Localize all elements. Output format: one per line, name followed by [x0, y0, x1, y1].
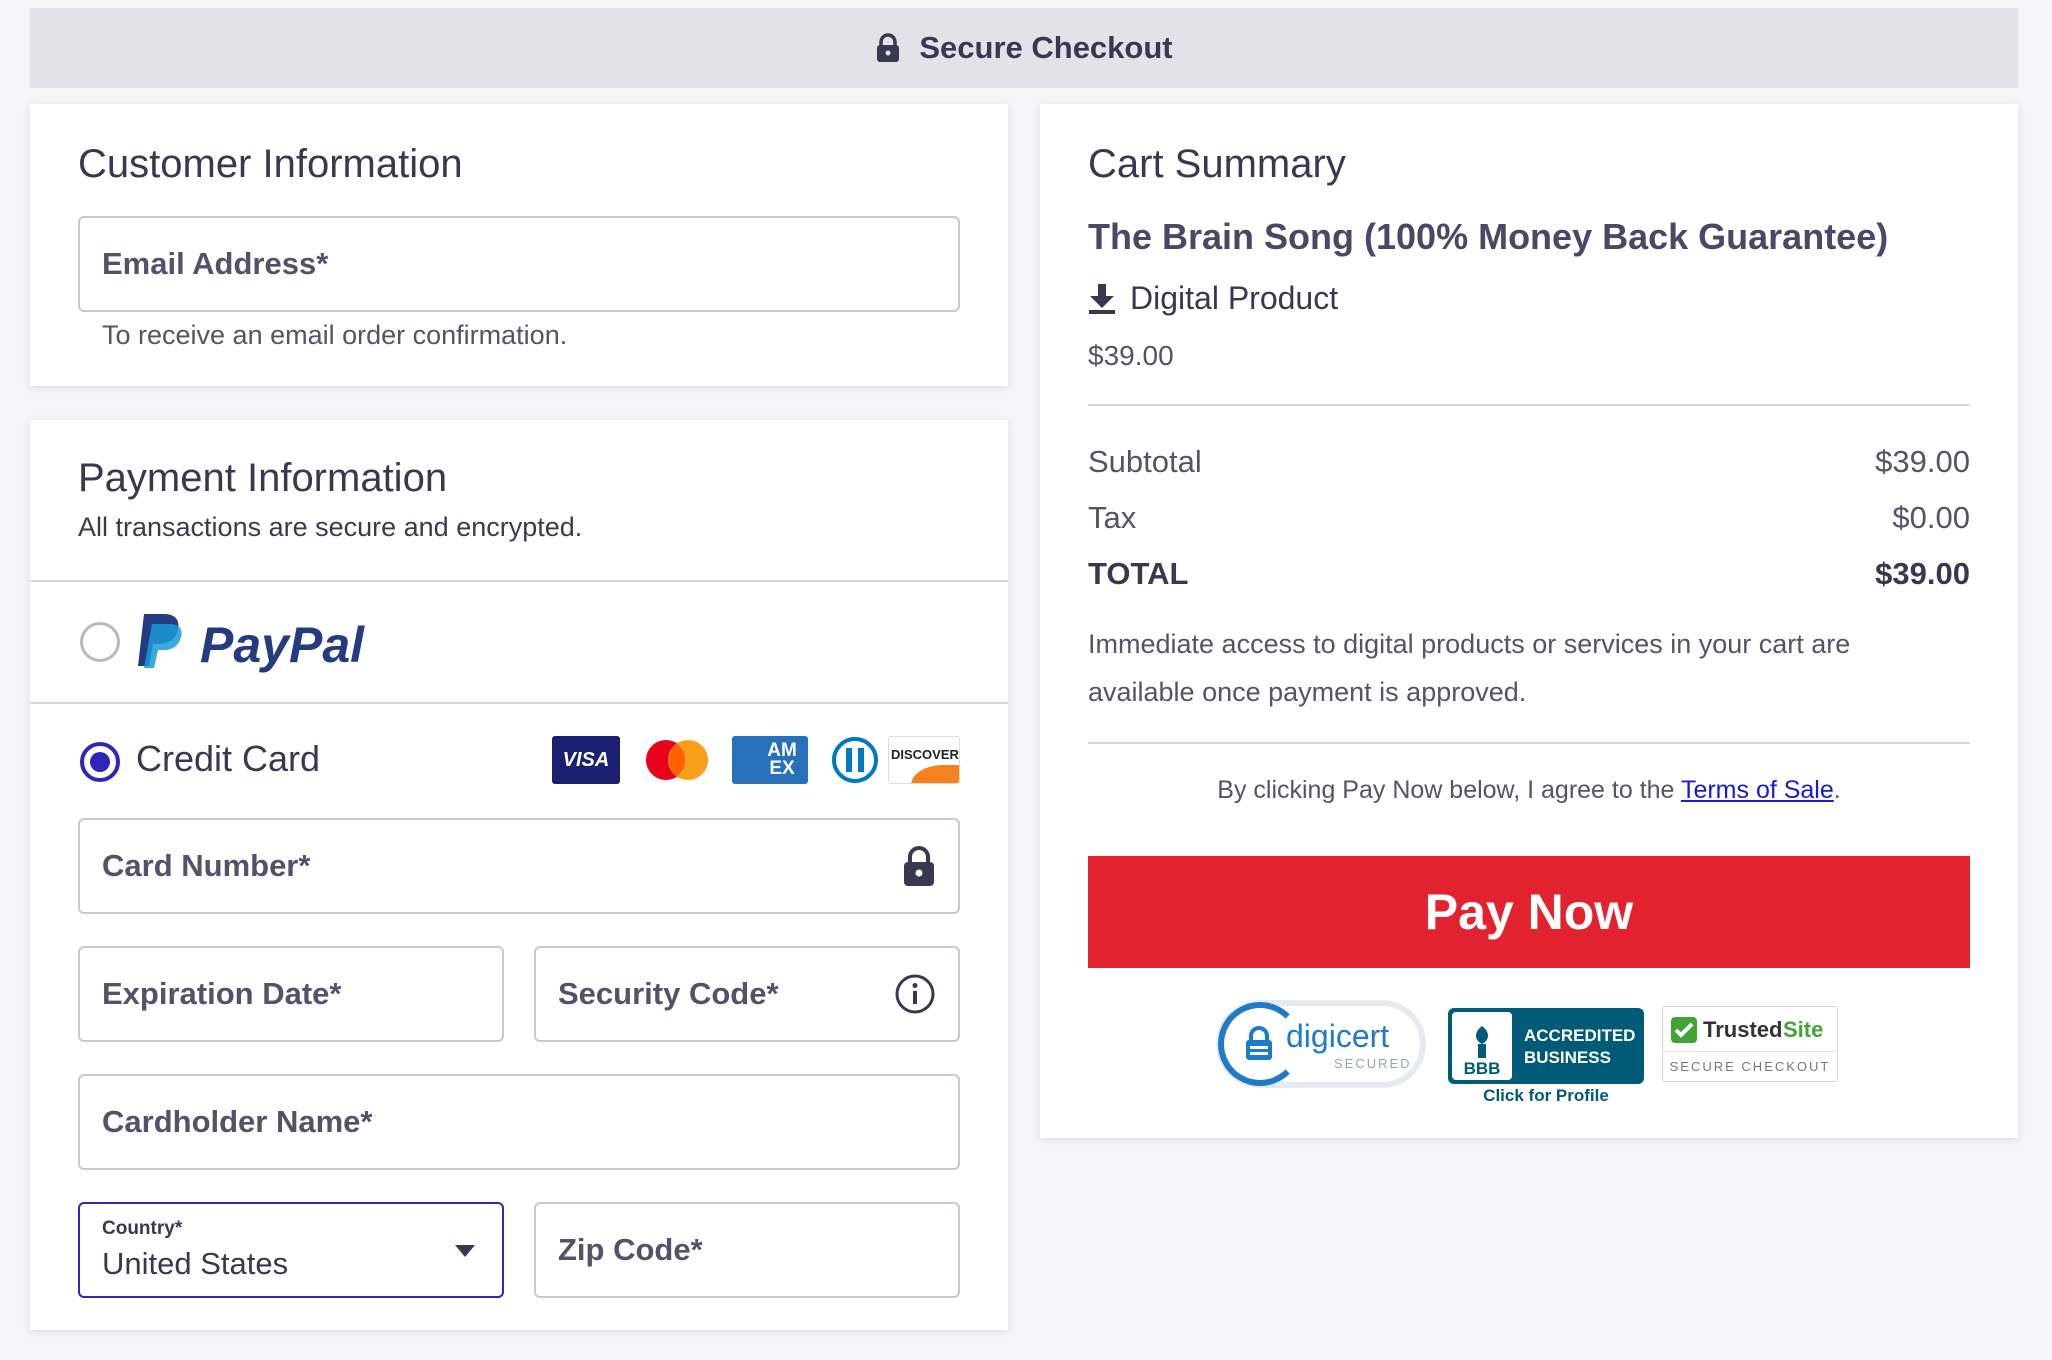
trustedsite-badge[interactable]: Trusted Site SECURE CHECKOUT [1662, 1006, 1838, 1082]
product-type: Digital Product [1088, 280, 1338, 317]
card-number-field[interactable]: Card Number* [78, 818, 960, 914]
visa-text: VISA [562, 748, 610, 771]
card-brand-amex-icon: AM EX [732, 736, 808, 784]
country-value: United States [102, 1246, 289, 1281]
country-label: Country* [102, 1218, 183, 1239]
trustedsite-divider [1663, 1051, 1837, 1052]
header-title: Secure Checkout [919, 30, 1173, 65]
trustedsite-name-b: Site [1783, 1017, 1824, 1042]
paypal-logo-icon [138, 614, 182, 668]
tax-row: Tax $0.00 [1088, 500, 1970, 536]
email-label: Email Address* [102, 246, 329, 281]
security-code-field[interactable]: Security Code* [534, 946, 960, 1042]
security-code-label: Security Code* [558, 976, 779, 1011]
bbb-logo-icon: BBB [1452, 1012, 1512, 1080]
payment-information-title: Payment Information [78, 456, 448, 500]
amex-text: AM EX [767, 740, 797, 779]
credit-card-label[interactable]: Credit Card [136, 738, 320, 780]
card-brand-discover-icon: DISCOVER [888, 736, 960, 784]
info-icon[interactable] [894, 973, 936, 1015]
pay-now-button[interactable]: Pay Now [1088, 856, 1970, 968]
digicert-sub: SECURED [1334, 1056, 1412, 1071]
product-price: $39.00 [1088, 340, 1174, 371]
email-field[interactable]: Email Address* [78, 216, 960, 312]
cart-divider-bottom [1088, 742, 1970, 744]
checkmark-icon [1671, 1017, 1697, 1043]
paypal-wordmark: PayPal [200, 617, 365, 673]
padlock-icon [1246, 1026, 1272, 1060]
lock-icon [877, 33, 900, 62]
bbb-line2: BUSINESS [1524, 1048, 1611, 1067]
cardholder-name-label: Cardholder Name* [102, 1104, 373, 1139]
cart-summary-title: Cart Summary [1088, 142, 1346, 186]
payment-subtitle: All transactions are secure and encrypte… [78, 512, 583, 542]
total-row: TOTAL $39.00 [1088, 556, 1970, 592]
cardholder-name-field[interactable]: Cardholder Name* [78, 1074, 960, 1170]
chevron-down-icon [455, 1245, 475, 1257]
expiration-date-label: Expiration Date* [102, 976, 342, 1011]
bbb-line1: ACCREDITED [1524, 1026, 1636, 1045]
payment-divider-paypal [30, 702, 1008, 704]
terms-of-sale-link[interactable]: Terms of Sale [1681, 776, 1834, 804]
product-name: The Brain Song (100% Money Back Guarante… [1088, 216, 1889, 257]
bbb-torch-icon [1476, 1026, 1488, 1058]
discover-text: DISCOVER [891, 747, 959, 762]
paypal-radio[interactable] [80, 622, 120, 662]
secure-checkout-header: Secure Checkout [30, 8, 2018, 88]
zip-code-field[interactable]: Zip Code* [534, 1202, 960, 1298]
card-brand-diners-icon [832, 737, 878, 783]
card-brand-mastercard-icon [646, 740, 708, 780]
digicert-badge[interactable]: digicert SECURED [1216, 1000, 1426, 1088]
bbb-badge[interactable]: BBB ACCREDITED BUSINESS [1448, 1008, 1644, 1084]
digicert-name: digicert [1286, 1018, 1390, 1054]
total-label: TOTAL [1088, 556, 1189, 591]
expiration-date-field[interactable]: Expiration Date* [78, 946, 504, 1042]
paypal-option[interactable]: PayPal [30, 582, 1008, 702]
payment-information-card: Payment Information All transactions are… [30, 420, 1008, 1330]
tax-value: $0.00 [1892, 500, 1970, 535]
bbb-caption[interactable]: Click for Profile [1448, 1086, 1644, 1106]
cart-summary-card: Cart Summary The Brain Song (100% Money … [1040, 104, 2018, 1138]
country-select[interactable]: Country* United States [78, 1202, 504, 1298]
download-icon [1089, 283, 1115, 314]
tax-label: Tax [1088, 500, 1137, 535]
subtotal-label: Subtotal [1088, 444, 1202, 479]
total-value: $39.00 [1875, 556, 1970, 591]
cart-divider-top [1088, 404, 1970, 406]
lock-icon [904, 846, 934, 886]
trustedsite-name-a: Trusted [1703, 1017, 1783, 1042]
terms-suffix: . [1833, 776, 1841, 804]
trustedsite-sub: SECURE CHECKOUT [1669, 1059, 1831, 1074]
product-type-label: Digital Product [1130, 280, 1339, 316]
customer-information-title: Customer Information [78, 142, 463, 186]
terms-prefix: By clicking Pay Now below, I agree to th… [1217, 776, 1681, 804]
email-helper-text: To receive an email order confirmation. [102, 320, 568, 350]
customer-information-card: Customer Information Email Address* To r… [30, 104, 1008, 386]
bbb-logo-text: BBB [1463, 1059, 1501, 1078]
credit-card-radio[interactable] [80, 742, 120, 782]
card-brand-visa-icon: VISA [552, 736, 620, 784]
card-number-label: Card Number* [102, 848, 311, 883]
terms-agreement: By clicking Pay Now below, I agree to th… [1088, 776, 1970, 805]
access-note: Immediate access to digital products or … [1088, 629, 1851, 707]
subtotal-value: $39.00 [1875, 444, 1970, 479]
subtotal-row: Subtotal $39.00 [1088, 444, 1970, 480]
zip-code-label: Zip Code* [558, 1232, 703, 1267]
